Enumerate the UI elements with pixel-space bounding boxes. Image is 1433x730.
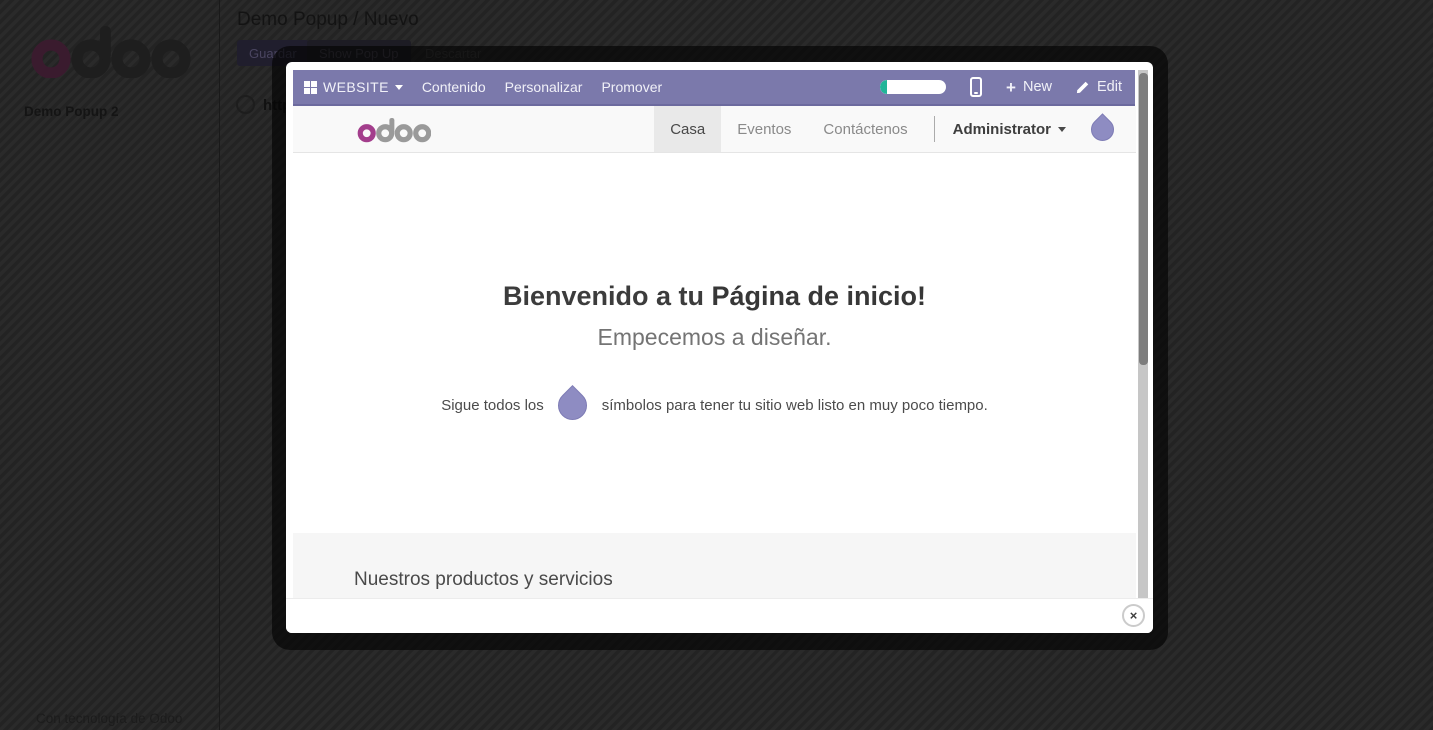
site-navbar: Casa Eventos Contáctenos Administrator xyxy=(293,106,1136,153)
dialog-footer: × xyxy=(286,598,1153,633)
toolbar-menus: WEBSITE Contenido Personalizar Promover xyxy=(293,79,662,95)
website-preview-dialog: WEBSITE Contenido Personalizar Promover … xyxy=(286,62,1153,633)
menu-promote[interactable]: Promover xyxy=(601,79,662,95)
nav-item-events[interactable]: Eventos xyxy=(721,106,807,152)
follow-prefix: Sigue todos los xyxy=(441,397,544,414)
user-menu-label: Administrator xyxy=(953,121,1051,138)
hero-subtitle: Empecemos a diseñar. xyxy=(293,324,1136,351)
follow-suffix: símbolos para tener tu sitio web listo e… xyxy=(602,397,988,414)
site-preview: Casa Eventos Contáctenos Administrator B… xyxy=(293,106,1136,598)
odoo-backend-logo xyxy=(28,24,192,83)
menu-customize[interactable]: Personalizar xyxy=(505,79,583,95)
new-button[interactable]: + New xyxy=(1006,79,1052,96)
chevron-down-icon xyxy=(1058,127,1066,132)
edit-button[interactable]: Edit xyxy=(1076,79,1122,95)
products-section-title: Nuestros productos y servicios xyxy=(293,533,1136,591)
backend-sidebar: Demo Popup 2 Con tecnología de Odoo xyxy=(0,0,220,730)
scrollbar-track[interactable] xyxy=(1138,70,1148,598)
nav-divider xyxy=(934,116,935,142)
tour-progress-fill xyxy=(880,80,887,94)
mobile-preview-icon[interactable] xyxy=(970,77,982,97)
menu-content[interactable]: Contenido xyxy=(422,79,486,95)
user-menu[interactable]: Administrator xyxy=(945,121,1074,138)
website-menu[interactable]: WEBSITE xyxy=(304,79,403,95)
nav-item-contact[interactable]: Contáctenos xyxy=(807,106,923,152)
hero-section: Bienvenido a tu Página de inicio! Empece… xyxy=(293,153,1136,533)
breadcrumb[interactable]: Demo Popup / Nuevo xyxy=(237,9,419,31)
odoo-site-logo[interactable] xyxy=(357,116,431,143)
new-button-label: New xyxy=(1023,79,1052,95)
plus-icon: + xyxy=(1006,79,1016,96)
powered-by-odoo: Con tecnología de Odoo xyxy=(36,711,182,726)
site-nav-items: Casa Eventos Contáctenos Administrator xyxy=(654,106,1118,152)
edit-button-label: Edit xyxy=(1097,79,1122,95)
toolbar-actions: + New Edit xyxy=(880,77,1135,97)
pencil-icon xyxy=(1076,80,1090,94)
website-toolbar: WEBSITE Contenido Personalizar Promover … xyxy=(293,70,1135,106)
hero-title-bold: Página de inicio! xyxy=(711,281,926,311)
close-button[interactable]: × xyxy=(1122,604,1145,627)
hero-title: Bienvenido a tu Página de inicio! xyxy=(293,153,1136,312)
tour-drop-example xyxy=(553,384,593,426)
grid-icon xyxy=(304,81,317,94)
scrollbar-thumb[interactable] xyxy=(1139,73,1148,365)
drop-icon xyxy=(552,384,593,425)
website-menu-label: WEBSITE xyxy=(323,79,389,95)
products-section: Nuestros productos y servicios xyxy=(293,533,1136,598)
drop-icon xyxy=(1086,113,1119,146)
backend-record-title: Demo Popup 2 xyxy=(24,104,119,119)
tour-progress-bar xyxy=(880,80,946,94)
url-radio[interactable] xyxy=(236,95,255,114)
hero-title-regular: Bienvenido a tu xyxy=(503,281,712,311)
chevron-down-icon xyxy=(395,85,403,90)
tour-drop-avatar[interactable] xyxy=(1086,112,1118,146)
hero-follow-line: Sigue todos los símbolos para tener tu s… xyxy=(441,384,988,426)
nav-item-home[interactable]: Casa xyxy=(654,106,721,152)
